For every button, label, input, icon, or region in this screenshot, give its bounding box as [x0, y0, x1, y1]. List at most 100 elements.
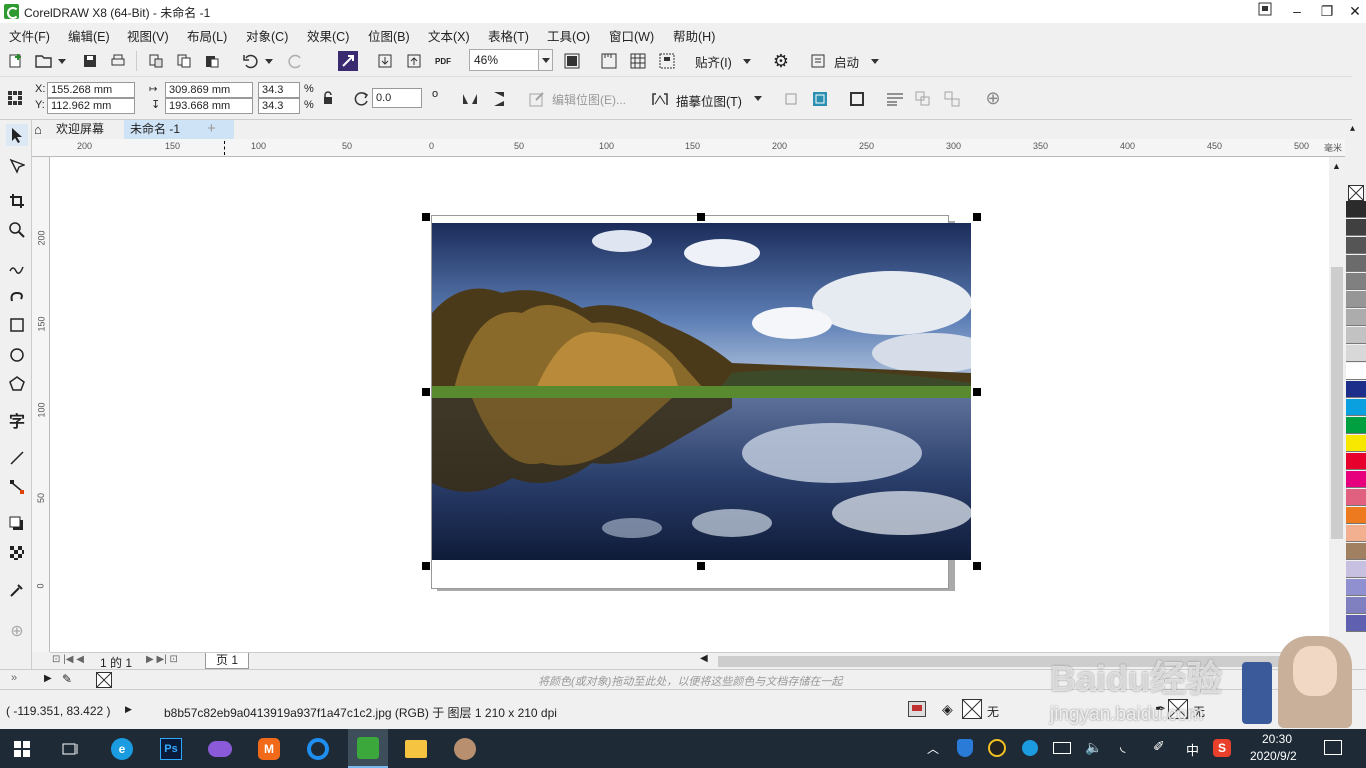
first-page-icon[interactable]: ⊡ |◀ ◀ — [52, 654, 84, 665]
tray-expand-icon[interactable]: ︿ — [927, 740, 939, 757]
options-gear-icon[interactable]: ⚙ — [771, 51, 791, 71]
palette-swatch[interactable] — [1346, 615, 1366, 632]
file-explorer-icon[interactable] — [400, 733, 432, 765]
transparency-tool-icon[interactable] — [6, 542, 28, 564]
double-arrow-icon[interactable]: » — [11, 672, 17, 684]
clock-date[interactable]: 2020/9/2 — [1250, 749, 1297, 763]
mirror-horizontal-icon[interactable] — [460, 89, 480, 109]
show-rulers-icon[interactable] — [599, 51, 619, 71]
palette-expand-icon[interactable]: ▶ — [44, 673, 52, 684]
fill-none-swatch[interactable] — [962, 699, 982, 719]
palette-swatch[interactable] — [1346, 543, 1366, 560]
scale-height-input[interactable]: 34.3 — [258, 98, 300, 114]
print-icon[interactable] — [108, 51, 128, 71]
application-launcher-icon[interactable] — [808, 51, 828, 71]
palette-swatch[interactable] — [1346, 381, 1366, 398]
volume-icon[interactable]: 🔈 — [1085, 739, 1102, 756]
security-shield-icon[interactable] — [957, 739, 973, 757]
menu-help[interactable]: 帮助(H) — [673, 26, 715, 45]
palette-swatch[interactable] — [1346, 453, 1366, 470]
menu-effects[interactable]: 效果(C) — [307, 26, 349, 45]
no-color-doc-swatch[interactable] — [96, 672, 112, 688]
shape-tool-icon[interactable] — [6, 155, 28, 177]
drop-shadow-tool-icon[interactable] — [6, 513, 28, 535]
fill-bucket-icon[interactable]: ◈ — [942, 701, 953, 718]
lock-ratio-icon[interactable] — [318, 88, 338, 108]
undo-dropdown-icon[interactable] — [265, 59, 273, 68]
wrap-text-icon[interactable] — [885, 89, 905, 109]
rotation-angle-input[interactable]: 0.0 — [372, 88, 422, 108]
menu-bitmap[interactable]: 位图(B) — [368, 26, 410, 45]
palette-swatch[interactable] — [1346, 273, 1366, 290]
selection-handle[interactable] — [422, 388, 430, 396]
copy-icon[interactable] — [174, 51, 194, 71]
task-view-icon[interactable] — [55, 733, 87, 765]
add-property-icon[interactable]: ⊕ — [983, 88, 1003, 108]
minimize-button[interactable]: – — [1280, 0, 1314, 23]
palette-swatch[interactable] — [1346, 201, 1366, 218]
ellipse-tool-icon[interactable] — [6, 344, 28, 366]
crop-bitmap-icon[interactable] — [810, 89, 830, 109]
paste-icon[interactable] — [202, 51, 222, 71]
palette-swatch[interactable] — [1346, 345, 1366, 362]
zoom-tool-icon[interactable] — [6, 219, 28, 241]
menu-object[interactable]: 对象(C) — [246, 26, 288, 45]
pick-tool-icon[interactable] — [6, 124, 28, 146]
add-tool-icon[interactable]: ⊕ — [6, 620, 28, 642]
open-dropdown-icon[interactable] — [58, 59, 66, 68]
redo-icon[interactable] — [286, 51, 306, 71]
selection-handle[interactable] — [697, 213, 705, 221]
photoshop-icon[interactable]: Ps — [155, 733, 187, 765]
menu-table[interactable]: 表格(T) — [488, 26, 529, 45]
palette-swatch[interactable] — [1346, 579, 1366, 596]
tab-welcome-screen[interactable]: 欢迎屏幕 — [50, 120, 110, 139]
palette-menu-icon[interactable]: ▴ — [1350, 123, 1355, 134]
vertical-ruler[interactable]: 200 150 100 50 0 — [32, 157, 50, 652]
menu-window[interactable]: 窗口(W) — [609, 26, 654, 45]
new-document-icon[interactable] — [6, 51, 26, 71]
sogou-input-icon[interactable]: S — [1213, 739, 1231, 757]
width-input[interactable]: 309.869 mm — [165, 82, 253, 98]
selection-handle[interactable] — [973, 213, 981, 221]
selection-handle[interactable] — [422, 213, 430, 221]
trace-bitmap-icon[interactable] — [650, 89, 670, 109]
vertical-scrollbar[interactable]: ▲ — [1329, 157, 1345, 652]
mirror-vertical-icon[interactable] — [489, 89, 509, 109]
no-color-swatch[interactable] — [1348, 185, 1364, 201]
polygon-tool-icon[interactable] — [6, 373, 28, 395]
palette-swatch[interactable] — [1346, 399, 1366, 416]
action-center-icon[interactable] — [1324, 740, 1342, 755]
network-icon[interactable]: ◟ — [1120, 738, 1125, 755]
battery-icon[interactable] — [1053, 742, 1071, 754]
launch-dropdown[interactable]: 启动 — [834, 52, 859, 71]
cut-icon[interactable] — [146, 51, 166, 71]
height-input[interactable]: 193.668 mm — [165, 98, 253, 114]
palette-swatch[interactable] — [1346, 237, 1366, 254]
coreldraw-taskbar-icon[interactable] — [348, 729, 388, 768]
save-icon[interactable] — [80, 51, 100, 71]
zoom-level-dropdown[interactable]: 46% — [469, 49, 553, 71]
snap-to-dropdown[interactable]: 贴齐(I) — [695, 52, 732, 71]
palette-swatch[interactable] — [1346, 363, 1366, 380]
selected-bitmap[interactable] — [432, 223, 971, 560]
edit-bitmap-button[interactable]: 编辑位图(E)... — [552, 91, 626, 108]
selection-handle[interactable] — [973, 562, 981, 570]
rectangle-tool-icon[interactable] — [6, 314, 28, 336]
palette-swatch[interactable] — [1346, 507, 1366, 524]
freehand-tool-icon[interactable] — [6, 256, 28, 278]
group-icon[interactable] — [913, 89, 933, 109]
ie-tray-icon[interactable] — [1022, 740, 1038, 756]
snap-dropdown-arrow-icon[interactable] — [743, 59, 751, 68]
undo-icon[interactable] — [240, 51, 260, 71]
ungroup-icon[interactable] — [942, 89, 962, 109]
windows-start-icon[interactable] — [6, 733, 38, 765]
menu-view[interactable]: 视图(V) — [127, 26, 169, 45]
palette-swatch[interactable] — [1346, 471, 1366, 488]
scale-width-input[interactable]: 34.3 — [258, 82, 300, 98]
zoom-dropdown-arrow-icon[interactable] — [538, 50, 552, 70]
home-icon[interactable]: ⌂ — [34, 122, 42, 137]
menu-text[interactable]: 文本(X) — [428, 26, 470, 45]
qq-tray-icon[interactable] — [988, 739, 1006, 757]
page-1-tab[interactable]: 页 1 — [205, 653, 250, 669]
color-proof-icon[interactable] — [908, 701, 926, 717]
